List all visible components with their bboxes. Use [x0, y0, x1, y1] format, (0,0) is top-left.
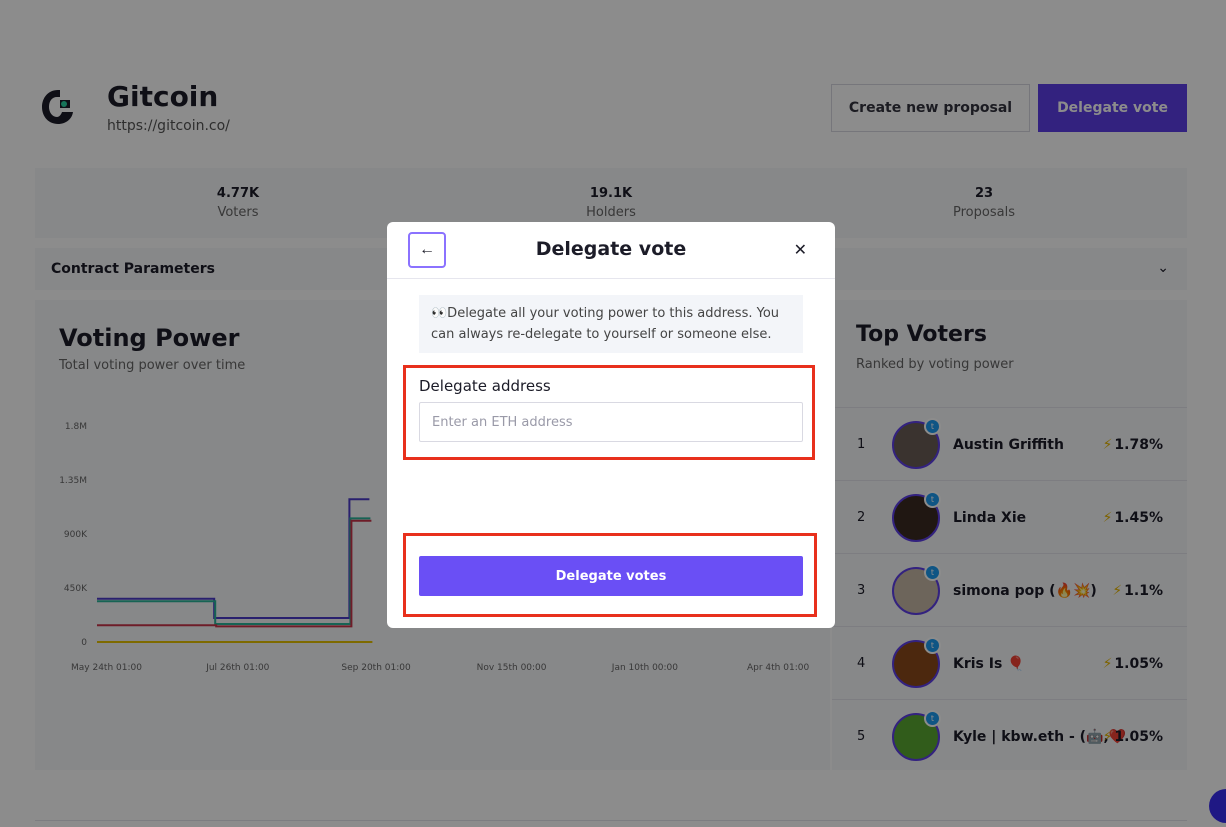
- delegate-address-input[interactable]: [419, 402, 803, 442]
- delegate-address-label: Delegate address: [419, 377, 551, 395]
- divider: [387, 278, 835, 279]
- delegate-info-text: 👀Delegate all your voting power to this …: [419, 295, 803, 353]
- delegate-votes-button[interactable]: Delegate votes: [419, 556, 803, 596]
- delegate-vote-modal: ← Delegate vote ✕ 👀Delegate all your vot…: [387, 222, 835, 628]
- close-icon[interactable]: ✕: [794, 240, 807, 259]
- modal-title: Delegate vote: [535, 238, 687, 260]
